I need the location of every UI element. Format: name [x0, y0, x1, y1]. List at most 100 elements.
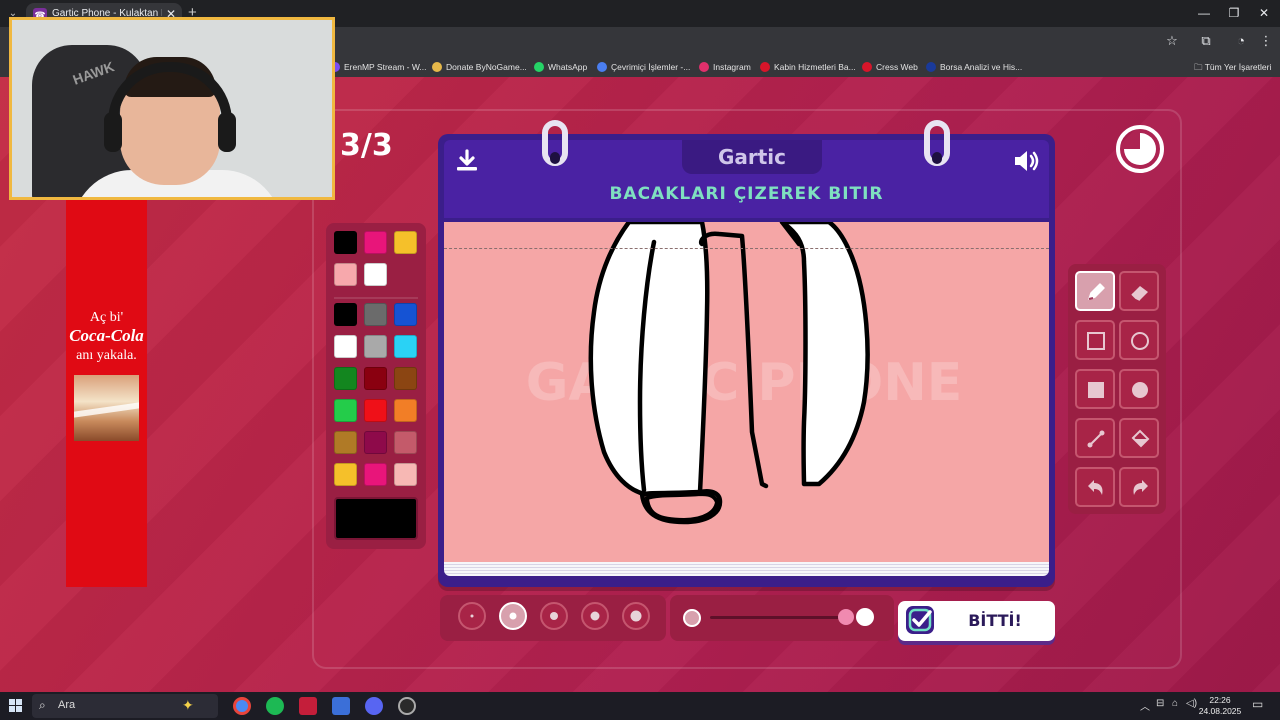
bookmark-item[interactable]: ErenMP Stream - W...	[330, 60, 427, 74]
brush-size-button[interactable]	[622, 602, 650, 630]
ad-photo	[74, 375, 139, 441]
download-icon[interactable]	[454, 148, 480, 179]
color-swatch[interactable]	[394, 303, 417, 326]
color-swatch[interactable]	[364, 335, 387, 358]
drawing-strokes: GARTIC PHONE	[526, 222, 962, 525]
filled-rectangle-tool-button[interactable]	[1075, 369, 1115, 409]
clock-time: 22:26	[1209, 695, 1231, 705]
opacity-slider-thumb[interactable]	[838, 609, 854, 625]
eraser-tool-button[interactable]	[1119, 271, 1159, 311]
color-swatch[interactable]	[364, 431, 387, 454]
redo-button[interactable]	[1119, 467, 1159, 507]
all-bookmarks-folder[interactable]: 🗀 Tüm Yer İşaretleri	[1194, 60, 1271, 74]
drawing-notebook: Gartic BACAKLARI ÇIZEREK BITIR GARTIC PH…	[438, 120, 1055, 587]
close-window-icon[interactable]: ✕	[1254, 6, 1274, 20]
color-swatch[interactable]	[334, 303, 357, 326]
discord-icon[interactable]	[365, 697, 383, 715]
restore-icon[interactable]: ❐	[1224, 6, 1244, 20]
brush-size-panel	[440, 595, 666, 641]
bookmark-item[interactable]: Cress Web	[862, 60, 918, 74]
fill-tool-button[interactable]	[1119, 418, 1159, 458]
brush-size-button[interactable]	[499, 602, 527, 630]
color-swatch[interactable]	[334, 431, 357, 454]
color-swatch[interactable]	[364, 399, 387, 422]
tray-app-icon[interactable]: ⊟	[1156, 698, 1164, 709]
minimize-icon[interactable]: —	[1194, 6, 1214, 20]
browser-menu-icon[interactable]: ⋮	[1256, 33, 1276, 49]
taskbar-clock[interactable]: 22:26 24.08.2025	[1198, 695, 1242, 717]
filled-ellipse-tool-button[interactable]	[1119, 369, 1159, 409]
color-swatch[interactable]	[334, 399, 357, 422]
done-button[interactable]: BİTTİ!	[898, 601, 1055, 641]
brush-size-button[interactable]	[458, 602, 486, 630]
app-icon[interactable]	[299, 697, 317, 715]
spotify-icon[interactable]	[266, 697, 284, 715]
color-swatch[interactable]	[394, 367, 417, 390]
notebook-ring	[924, 120, 950, 166]
color-swatch[interactable]	[394, 335, 417, 358]
search-highlight-icon: ✦	[182, 697, 194, 713]
bookmark-item[interactable]: WhatsApp	[534, 60, 587, 74]
ad-brand-logo: Coca-Cola	[69, 326, 144, 345]
brush-size-button[interactable]	[581, 602, 609, 630]
app-icon[interactable]	[332, 697, 350, 715]
network-icon[interactable]: ⌂	[1172, 698, 1178, 709]
chrome-icon[interactable]	[233, 697, 251, 715]
bookmark-item[interactable]: Kabin Hizmetleri Ba...	[760, 60, 856, 74]
opacity-slider-track[interactable]	[710, 616, 840, 619]
color-swatch[interactable]	[394, 231, 417, 254]
ellipse-tool-button[interactable]	[1119, 320, 1159, 360]
extensions-icon[interactable]: ⧉	[1196, 33, 1216, 49]
undo-button[interactable]	[1075, 467, 1115, 507]
round-counter: 3/3	[340, 128, 393, 163]
opacity-low-indicator	[683, 609, 701, 627]
tray-expand-icon[interactable]: ︿	[1140, 698, 1150, 713]
windows-taskbar: ⌕ Ara ✦ ︿ ⊟ ⌂ ◁) 22:26 24.08.2025 ▭	[0, 692, 1280, 720]
color-swatch[interactable]	[334, 231, 357, 254]
color-swatch[interactable]	[394, 399, 417, 422]
bookmark-item[interactable]: Instagram	[699, 60, 751, 74]
folder-icon: 🗀	[1194, 62, 1205, 72]
brush-size-button[interactable]	[540, 602, 568, 630]
bookmark-favicon-icon	[432, 62, 442, 72]
color-swatch[interactable]	[334, 263, 357, 286]
coca-cola-ad-banner[interactable]: Aç bi' Coca-Cola anı yakala.	[66, 200, 147, 587]
search-icon: ⌕	[39, 698, 46, 712]
color-swatch[interactable]	[334, 367, 357, 390]
color-swatch[interactable]	[334, 335, 357, 358]
webcam-overlay: HAWK	[9, 17, 335, 200]
line-tool-button[interactable]	[1075, 418, 1115, 458]
bookmark-item[interactable]: Borsa Analizi ve His...	[926, 60, 1022, 74]
notebook-header: Gartic BACAKLARI ÇIZEREK BITIR	[444, 140, 1049, 218]
drawing-canvas[interactable]: GARTIC PHONE	[444, 222, 1049, 562]
sound-icon[interactable]	[1012, 148, 1042, 179]
color-swatch[interactable]	[364, 263, 387, 286]
color-swatch[interactable]	[364, 367, 387, 390]
windows-start-icon[interactable]	[9, 699, 23, 713]
color-swatch[interactable]	[334, 463, 357, 486]
redo-icon	[1133, 480, 1148, 495]
color-swatch[interactable]	[364, 231, 387, 254]
obs-icon[interactable]	[398, 697, 416, 715]
drawing-guide-line	[444, 248, 1049, 249]
bookmark-item[interactable]: Donate ByNoGame...	[432, 60, 527, 74]
line-icon	[1087, 430, 1105, 448]
taskbar-search[interactable]: ⌕ Ara ✦	[32, 694, 218, 718]
headphone-ear-left	[104, 112, 122, 152]
bookmark-star-icon[interactable]: ☆	[1162, 33, 1182, 49]
rectangle-tool-button[interactable]	[1075, 320, 1115, 360]
color-swatch[interactable]	[364, 463, 387, 486]
color-swatch[interactable]	[394, 463, 417, 486]
profile-avatar-icon[interactable]: ◔	[1231, 33, 1251, 48]
volume-icon[interactable]: ◁)	[1186, 698, 1197, 709]
opacity-high-indicator	[856, 608, 874, 626]
bookmark-item[interactable]: Çevrimiçi İşlemler -...	[597, 60, 690, 74]
clock-date: 24.08.2025	[1198, 706, 1242, 716]
pen-tool-button[interactable]	[1075, 271, 1115, 311]
color-palette	[326, 223, 426, 549]
circle-outline-icon	[1131, 332, 1149, 350]
color-swatch[interactable]	[364, 303, 387, 326]
color-swatch[interactable]	[394, 431, 417, 454]
notification-icon[interactable]: ▭	[1252, 697, 1263, 711]
bookmark-favicon-icon	[760, 62, 770, 72]
